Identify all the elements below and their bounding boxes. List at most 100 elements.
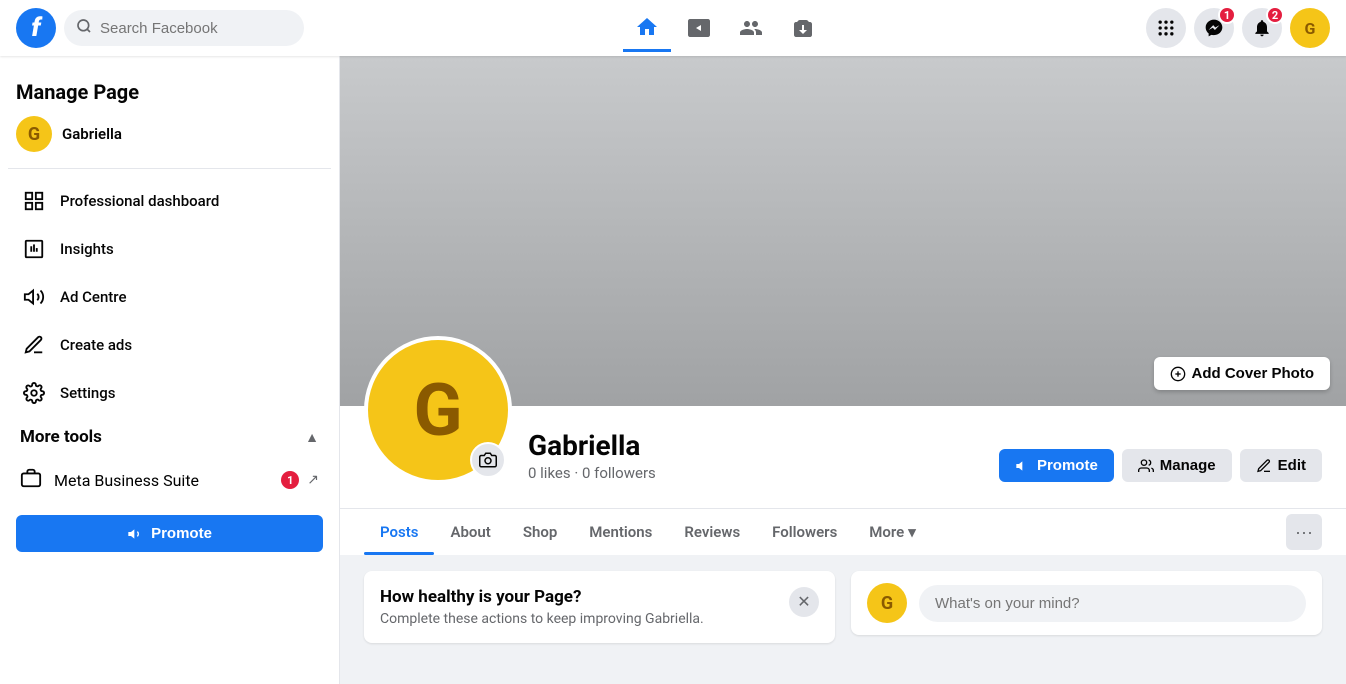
grid-btn[interactable] (1146, 8, 1186, 48)
logo-letter: f (31, 13, 40, 43)
tabs-overflow-button[interactable]: ··· (1286, 514, 1322, 550)
create-ads-label: Create ads (60, 336, 132, 354)
sidebar-user[interactable]: G Gabriella (8, 108, 331, 160)
meta-business-icon (20, 467, 42, 493)
manage-label: Manage (1160, 457, 1216, 474)
search-bar[interactable] (64, 10, 304, 46)
edit-button[interactable]: Edit (1240, 449, 1322, 482)
tab-shop[interactable]: Shop (507, 509, 573, 555)
sidebar-promote-label: Promote (151, 525, 212, 542)
profile-stats: 0 likes · 0 followers (528, 464, 656, 482)
meta-left: Meta Business Suite (20, 467, 199, 493)
tab-about-label: About (450, 523, 490, 541)
add-cover-photo-button[interactable]: Add Cover Photo (1154, 357, 1331, 390)
messenger-badge: 1 (1218, 6, 1236, 24)
health-card: How healthy is your Page? Complete these… (364, 571, 835, 643)
post-box-avatar-letter: G (881, 593, 893, 614)
promote-button[interactable]: Promote (999, 449, 1114, 482)
settings-icon (20, 379, 48, 407)
post-input[interactable] (919, 585, 1306, 622)
sidebar-item-ad-centre[interactable]: Ad Centre (8, 273, 331, 321)
profile-avatar-letter: G (413, 368, 462, 453)
sidebar-item-meta-business[interactable]: Meta Business Suite 1 ↗ (8, 457, 331, 503)
tab-followers-label: Followers (772, 523, 837, 541)
facebook-logo[interactable]: f (16, 8, 56, 48)
ad-centre-icon (20, 283, 48, 311)
health-card-description: Complete these actions to keep improving… (380, 611, 704, 627)
more-tools-section[interactable]: More tools ▲ (8, 417, 331, 457)
post-box: G (851, 571, 1322, 635)
nav-home-btn[interactable] (623, 4, 671, 52)
add-cover-label: Add Cover Photo (1192, 365, 1315, 382)
search-icon (76, 18, 92, 38)
nav-marketplace-btn[interactable] (779, 4, 827, 52)
messenger-btn[interactable]: 1 (1194, 8, 1234, 48)
edit-label: Edit (1278, 457, 1306, 474)
tab-more-label: More (869, 523, 904, 541)
content-area: How healthy is your Page? Complete these… (340, 555, 1346, 659)
search-input[interactable] (100, 20, 292, 37)
tab-mentions[interactable]: Mentions (573, 509, 668, 555)
more-tools-label: More tools (20, 427, 102, 447)
notification-badge: 2 (1266, 6, 1284, 24)
settings-label: Settings (60, 384, 116, 402)
tab-shop-label: Shop (523, 523, 557, 541)
sidebar-title: Manage Page (8, 72, 331, 108)
sidebar-item-professional-dashboard[interactable]: Professional dashboard (8, 177, 331, 225)
ad-centre-label: Ad Centre (60, 288, 127, 306)
tab-mentions-label: Mentions (589, 523, 652, 541)
sidebar-item-settings[interactable]: Settings (8, 369, 331, 417)
sidebar-item-create-ads[interactable]: Create ads (8, 321, 331, 369)
health-card-close-button[interactable]: ✕ (789, 587, 819, 617)
health-card-header: How healthy is your Page? Complete these… (380, 587, 819, 627)
nav-center (304, 4, 1146, 52)
professional-dashboard-label: Professional dashboard (60, 192, 219, 210)
post-box-avatar: G (867, 583, 907, 623)
meta-badge: 1 (281, 471, 299, 489)
right-column: G (851, 571, 1322, 643)
health-card-title: How healthy is your Page? (380, 587, 704, 607)
dashboard-icon (20, 187, 48, 215)
sidebar-promote-button[interactable]: Promote (16, 515, 323, 552)
insights-label: Insights (60, 240, 114, 258)
profile-left: G Gabriella 0 likes · 0 followers (364, 406, 656, 492)
sidebar-divider (8, 168, 331, 169)
meta-arrow-icon: ↗ (307, 472, 319, 488)
nav-friends-btn[interactable] (727, 4, 775, 52)
tab-posts-label: Posts (380, 523, 418, 541)
profile-info: Gabriella 0 likes · 0 followers (528, 429, 656, 492)
meta-business-label: Meta Business Suite (54, 471, 199, 490)
nav-video-btn[interactable] (675, 4, 723, 52)
tab-reviews-label: Reviews (684, 523, 740, 541)
main-layout: Manage Page G Gabriella Professional das… (0, 0, 1346, 684)
left-column: How healthy is your Page? Complete these… (364, 571, 835, 643)
sidebar-item-insights[interactable]: Insights (8, 225, 331, 273)
create-ads-icon (20, 331, 48, 359)
profile-avatar-wrap: G (364, 336, 512, 484)
sidebar-avatar-letter: G (28, 124, 40, 145)
tab-more-chevron-icon: ▾ (908, 523, 916, 541)
profile-section: G Gabriella 0 likes · 0 followers Promot… (340, 406, 1346, 508)
more-tools-chevron: ▲ (305, 429, 319, 446)
tab-posts[interactable]: Posts (364, 509, 434, 555)
tabs-right: ··· (1286, 514, 1322, 550)
tab-more[interactable]: More ▾ (853, 509, 931, 555)
sidebar-user-avatar: G (16, 116, 52, 152)
profile-actions: Promote Manage Edit (999, 449, 1322, 492)
main-content: Add Cover Photo G Gabriella 0 likes · 0 … (340, 56, 1346, 684)
tab-about[interactable]: About (434, 509, 506, 555)
profile-letter: G (1305, 19, 1316, 38)
insights-icon (20, 235, 48, 263)
manage-button[interactable]: Manage (1122, 449, 1232, 482)
tabs-bar: Posts About Shop Mentions Reviews Follow… (340, 508, 1346, 555)
top-nav: f 1 (0, 0, 1346, 56)
nav-right: 1 2 G (1146, 8, 1330, 48)
sidebar-user-name: Gabriella (62, 125, 122, 143)
profile-btn[interactable]: G (1290, 8, 1330, 48)
sidebar: Manage Page G Gabriella Professional das… (0, 56, 340, 684)
profile-camera-button[interactable] (470, 442, 506, 478)
tab-followers[interactable]: Followers (756, 509, 853, 555)
promote-label: Promote (1037, 457, 1098, 474)
notification-btn[interactable]: 2 (1242, 8, 1282, 48)
tab-reviews[interactable]: Reviews (668, 509, 756, 555)
